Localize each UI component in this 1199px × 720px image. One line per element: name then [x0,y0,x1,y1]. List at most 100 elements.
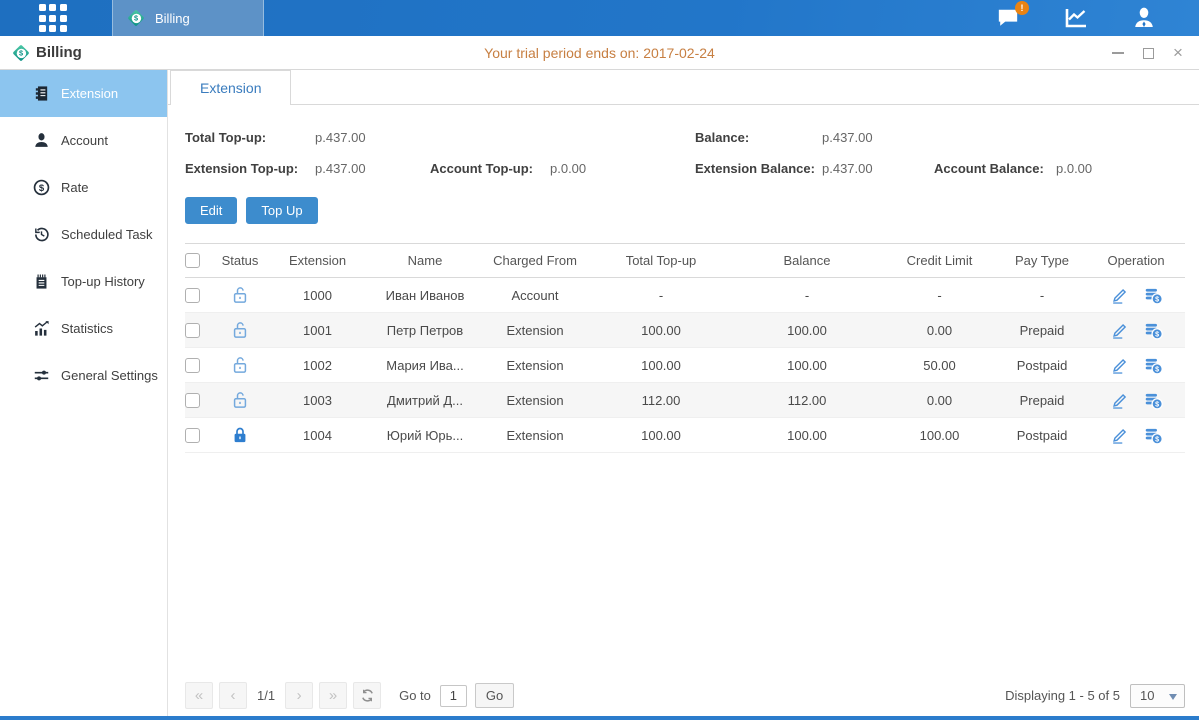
edit-row-button[interactable] [1110,356,1129,375]
row-checkbox[interactable] [185,393,200,408]
edit-button[interactable]: Edit [185,197,237,224]
notification-badge: ! [1015,1,1029,15]
refresh-button[interactable] [353,682,381,709]
app-launcher-button[interactable] [0,0,105,36]
sidebar-item-rate[interactable]: $ Rate [0,164,167,211]
notifications-button[interactable]: ! [993,6,1023,30]
column-header-name: Name [370,253,480,268]
svg-text:$: $ [1155,365,1159,373]
rate-icon: $ [33,179,50,196]
top-up-row-button[interactable]: $ [1144,321,1163,340]
svg-text:$: $ [1155,435,1159,443]
column-header-total-topup: Total Top-up [590,253,732,268]
app-tab-billing[interactable]: $ Billing [112,0,264,36]
displaying-text: Displaying 1 - 5 of 5 [1005,688,1120,703]
coins-icon: $ [1144,391,1163,410]
sidebar-item-label: Statistics [61,321,113,336]
cell-credit-limit: 0.00 [882,323,997,338]
sidebar-item-scheduled-task[interactable]: Scheduled Task [0,211,167,258]
cell-pay-type: Prepaid [997,393,1087,408]
cell-balance: 100.00 [732,428,882,443]
column-header-operation: Operation [1087,253,1185,268]
cell-credit-limit: 0.00 [882,393,997,408]
select-all-checkbox[interactable] [185,253,200,268]
row-checkbox[interactable] [185,428,200,443]
row-checkbox[interactable] [185,323,200,338]
account-topup-value: p.0.00 [550,161,695,176]
next-page-button[interactable]: › [285,682,313,709]
cell-charged-from: Extension [480,323,590,338]
pencil-icon [1110,356,1129,375]
sidebar-item-extension[interactable]: Extension [0,70,167,117]
tab-extension[interactable]: Extension [170,70,291,105]
billing-window-icon: $ [12,43,31,62]
cell-credit-limit: 50.00 [882,358,997,373]
first-page-button[interactable]: « [185,682,213,709]
svg-text:$: $ [1155,400,1159,408]
row-checkbox[interactable] [185,288,200,303]
user-icon [1132,6,1156,30]
top-up-row-button[interactable]: $ [1144,286,1163,305]
top-up-row-button[interactable]: $ [1144,391,1163,410]
status-lock-icon [230,355,250,375]
row-checkbox[interactable] [185,358,200,373]
page-size-value: 10 [1140,688,1154,703]
account-icon [33,132,50,149]
close-button[interactable]: × [1171,46,1185,60]
sidebar-item-topup-history[interactable]: Top-up History [0,258,167,305]
billing-summary: Total Top-up: p.437.00 Extension Top-up:… [185,105,1185,184]
goto-label: Go to [399,688,431,703]
cell-charged-from: Extension [480,393,590,408]
cell-charged-from: Extension [480,358,590,373]
main-panel: Extension Total Top-up: p.437.00 Extensi… [168,70,1199,716]
cell-extension: 1004 [265,428,370,443]
sidebar-item-label: General Settings [61,368,158,383]
edit-row-button[interactable] [1110,426,1129,445]
cell-extension: 1000 [265,288,370,303]
top-up-row-button[interactable]: $ [1144,356,1163,375]
cell-name: Иван Иванов [370,288,480,303]
top-up-button[interactable]: Top Up [246,197,317,224]
resource-monitor-button[interactable] [1061,6,1091,30]
sidebar-item-label: Account [61,133,108,148]
svg-text:$: $ [1155,295,1159,303]
cell-credit-limit: 100.00 [882,428,997,443]
pencil-icon [1110,391,1129,410]
maximize-button[interactable] [1141,46,1155,60]
pencil-icon [1110,286,1129,305]
cell-extension: 1002 [265,358,370,373]
coins-icon: $ [1144,286,1163,305]
window-title: Billing [36,44,82,61]
column-header-pay-type: Pay Type [997,253,1087,268]
sidebar-item-general-settings[interactable]: General Settings [0,352,167,399]
edit-row-button[interactable] [1110,321,1129,340]
go-button[interactable]: Go [475,683,514,708]
dropdown-arrow-icon [1169,694,1177,700]
edit-row-button[interactable] [1110,391,1129,410]
sidebar-item-statistics[interactable]: Statistics [0,305,167,352]
cell-charged-from: Account [480,288,590,303]
table-row: 1002 Мария Ива... Extension 100.00 100.0… [185,348,1185,383]
page-size-select[interactable]: 10 [1130,684,1185,708]
goto-page-input[interactable] [440,685,467,707]
top-up-row-button[interactable]: $ [1144,426,1163,445]
last-page-button[interactable]: » [319,682,347,709]
user-menu-button[interactable] [1129,6,1159,30]
prev-page-button[interactable]: ‹ [219,682,247,709]
extension-icon [33,85,50,102]
status-lock-icon [230,320,250,340]
edit-row-button[interactable] [1110,286,1129,305]
table-body: 1000 Иван Иванов Account - - - - [185,278,1185,453]
sidebar-item-account[interactable]: Account [0,117,167,164]
cell-name: Дмитрий Д... [370,393,480,408]
minimize-button[interactable] [1111,46,1125,60]
tab-strip: Extension [168,70,1199,105]
topup-history-icon [33,273,50,290]
status-lock-icon [230,390,250,410]
column-header-charged-from: Charged From [480,253,590,268]
coins-icon: $ [1144,321,1163,340]
table-header-row: Status Extension Name Charged From Total… [185,243,1185,278]
app-grid-icon [39,4,67,32]
cell-total-topup: 112.00 [590,393,732,408]
cell-credit-limit: - [882,288,997,303]
